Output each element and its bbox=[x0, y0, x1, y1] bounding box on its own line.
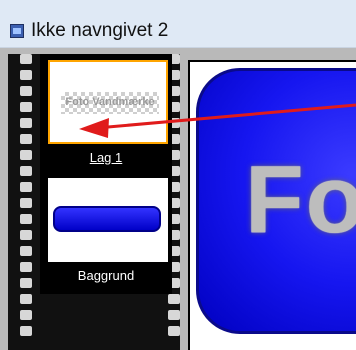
watermark-text: Fo bbox=[245, 146, 356, 253]
layer-item[interactable]: Baggrund bbox=[40, 172, 172, 294]
transparent-layer-preview: Foto Vandmærke bbox=[61, 92, 159, 114]
layer-label[interactable]: Lag 1 bbox=[40, 150, 172, 165]
window-titlebar: Ikke navngivet 2 bbox=[0, 0, 356, 48]
layer-thumbnail[interactable]: Foto Vandmærke bbox=[48, 60, 168, 144]
filmstrip-holes-left bbox=[20, 54, 32, 350]
blue-button-graphic: Fo bbox=[196, 68, 356, 334]
layer-thumbnail[interactable] bbox=[48, 178, 168, 262]
layer-label[interactable]: Baggrund bbox=[40, 268, 172, 283]
image-canvas[interactable]: Fo bbox=[188, 60, 356, 350]
thumbnail-text: Foto Vandmærke bbox=[65, 96, 155, 108]
window-title: Ikke navngivet 2 bbox=[31, 20, 169, 41]
layer-item[interactable]: Foto Vandmærke Lag 1 bbox=[40, 54, 172, 172]
layers-panel: Foto Vandmærke Lag 1 Baggrund bbox=[8, 54, 180, 350]
button-preview bbox=[53, 206, 161, 232]
document-icon bbox=[10, 24, 24, 38]
